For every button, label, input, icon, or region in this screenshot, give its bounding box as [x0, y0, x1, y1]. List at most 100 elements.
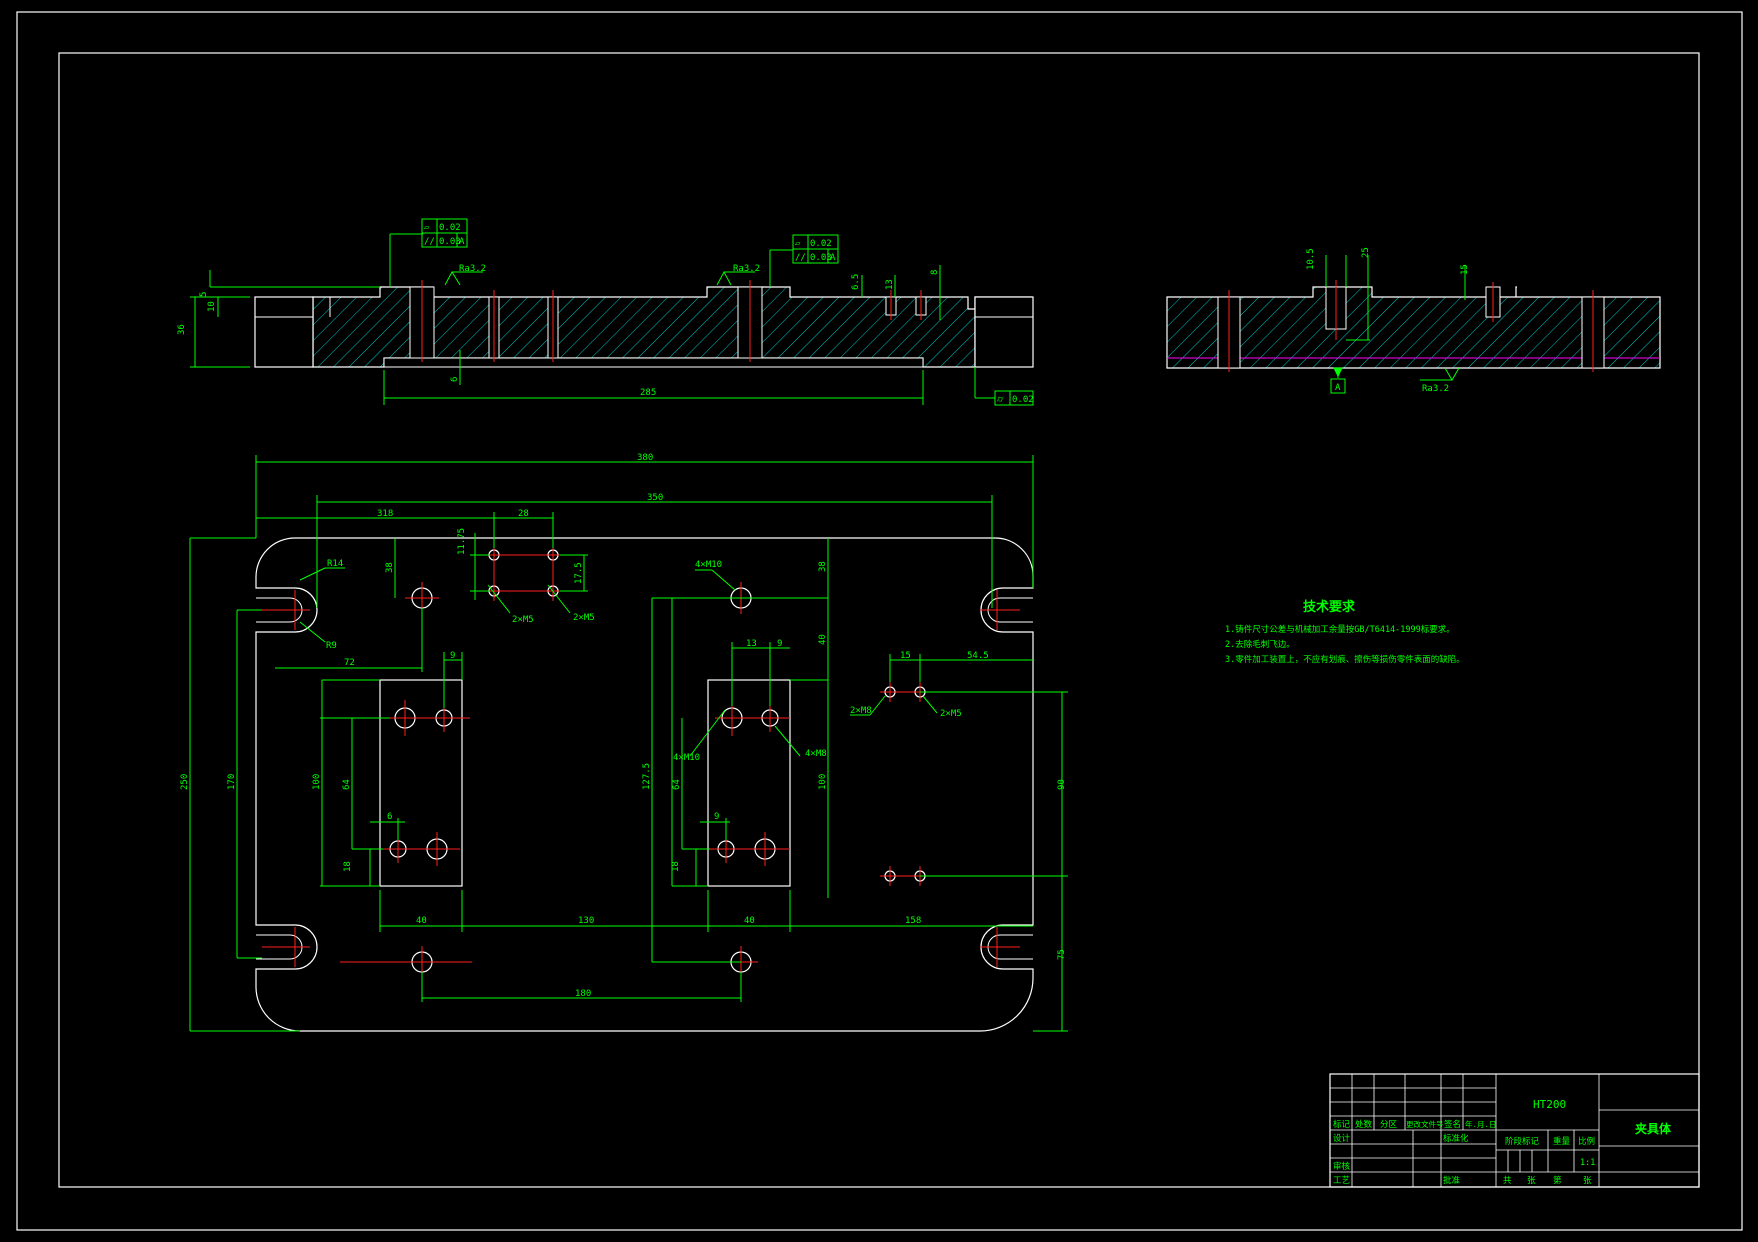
front-left-end: [254, 296, 314, 368]
plan-dim-38a: 38: [385, 562, 395, 573]
plan-dim-r14: R14: [327, 559, 343, 569]
plan-thread-2m5-c: 2×M5: [940, 709, 962, 719]
tb-scale-label: 比例: [1578, 1136, 1595, 1147]
plan-thread-2m5-a: 2×M5: [512, 615, 534, 625]
plan-dim-17-5: 17.5: [574, 562, 584, 584]
svg-text:▱: ▱: [795, 239, 801, 249]
tb-sheet-unit: 张: [1527, 1176, 1536, 1186]
front-datum-1: A: [459, 237, 465, 247]
outer-frame: [16, 11, 1743, 1231]
svg-text://: //: [795, 253, 806, 263]
plan-dim-40a: 40: [818, 634, 828, 645]
plan-dim-72: 72: [344, 658, 355, 668]
plan-dim-318: 318: [377, 509, 393, 519]
inner-frame: [58, 52, 1700, 1188]
tech-req-item-3: 3.零件加工装置上，不应有划痕、擦伤等损伤零件表面的缺陷。: [1225, 654, 1465, 665]
plan-dim-130: 130: [578, 916, 594, 926]
tb-design: 设计: [1333, 1133, 1351, 1144]
tb-part-name: 夹具体: [1635, 1121, 1672, 1136]
plan-dim-180: 180: [575, 989, 591, 999]
plan-dim-13: 13: [746, 639, 757, 649]
front-dim-36: 36: [177, 324, 187, 335]
side-section-view: 10.5 25 15 A Ra3.2: [1166, 247, 1661, 394]
tb-date: 年.月.日: [1465, 1119, 1497, 1129]
plan-dim-100a: 100: [312, 774, 322, 790]
front-flatness-2: 0.02: [810, 239, 832, 249]
side-datum: A: [1335, 383, 1341, 393]
plan-view: 380 350 318 28 11.75 17.5 R14 R9 72 9 38…: [180, 453, 1068, 1032]
plan-dim-6a: 6: [387, 812, 392, 822]
tb-sheet-no: 第: [1553, 1175, 1562, 1186]
plan-dim-15: 15: [900, 651, 911, 661]
front-dim-5: 5: [199, 292, 209, 297]
plan-dim-28: 28: [518, 509, 529, 519]
side-roughness: Ra3.2: [1422, 384, 1449, 394]
front-parallel-1: 0.03: [439, 237, 461, 247]
tech-req-title: 技术要求: [1303, 599, 1356, 615]
plan-thread-4m8: 4×M8: [805, 749, 827, 759]
side-dim-25: 25: [1361, 247, 1371, 258]
tb-standardization: 标准化: [1443, 1133, 1469, 1144]
plan-dim-40b: 40: [416, 916, 427, 926]
plan-dim-158: 158: [905, 916, 921, 926]
plan-dim-18a: 18: [343, 861, 353, 872]
front-roughness-1: Ra3.2: [459, 264, 486, 274]
side-dim-10-5: 10.5: [1306, 248, 1316, 270]
front-datum-2: A: [830, 253, 836, 263]
plan-thread-4m10-mid: 4×M10: [673, 753, 700, 763]
plan-dim-r9: R9: [326, 641, 337, 651]
front-dim-285: 285: [640, 388, 656, 398]
front-dim-13: 13: [885, 279, 895, 290]
plan-thread-2m8: 2×M8: [850, 706, 872, 716]
plan-dim-90: 90: [1057, 779, 1067, 790]
svg-text://: //: [424, 237, 435, 247]
tb-approve: 批准: [1443, 1175, 1461, 1186]
tb-stage-mark: 阶段标记: [1505, 1136, 1540, 1147]
plan-dim-170: 170: [227, 774, 237, 790]
plan-dim-64b: 64: [672, 779, 682, 790]
tech-req-item-2: 2.去除毛刺飞边。: [1225, 639, 1295, 650]
tb-change-doc: 更改文件号: [1406, 1119, 1444, 1129]
plan-dim-64a: 64: [342, 779, 352, 790]
tb-zone: 分区: [1380, 1120, 1398, 1130]
tb-mark: 标记: [1333, 1119, 1351, 1130]
drawing-canvas: ▱ 0.02 // 0.03 A ▱ 0.02 // 0.03 A Ra3.2 …: [16, 11, 1743, 1231]
tb-weight: 重量: [1553, 1136, 1571, 1147]
front-roughness-2: Ra3.2: [733, 264, 760, 274]
front-flatness-1: 0.02: [439, 223, 461, 233]
front-section-view: ▱ 0.02 // 0.03 A ▱ 0.02 // 0.03 A Ra3.2 …: [177, 218, 1034, 406]
front-parallel-2: 0.03: [810, 253, 832, 263]
plan-dim-38b: 38: [818, 561, 828, 572]
title-block: HT200 夹具体 标记 处数 分区 更改文件号 签名 年.月.日 设计 标准化…: [1329, 1073, 1700, 1188]
plan-dim-18b: 18: [671, 861, 681, 872]
tech-req-item-1: 1.铸件尺寸公差与机械加工余量按GB/T6414-1999标要求。: [1225, 624, 1455, 635]
svg-text:▱: ▱: [424, 223, 430, 233]
plan-dim-127-5: 127.5: [642, 763, 652, 790]
front-dim-6: 6: [450, 377, 460, 382]
plan-dim-9b: 9: [777, 639, 782, 649]
tb-process: 工艺: [1333, 1176, 1350, 1186]
tb-sheet-total: 共: [1503, 1176, 1512, 1186]
tb-sheet-unit2: 张: [1583, 1176, 1592, 1186]
plan-dim-9a: 9: [450, 651, 455, 661]
tb-count: 处数: [1355, 1119, 1373, 1130]
tb-review: 审核: [1333, 1161, 1351, 1172]
front-cyl-value: 0.02: [1012, 395, 1034, 405]
tb-sign: 签名: [1444, 1119, 1461, 1130]
plan-thread-2m5-b: 2×M5: [573, 613, 595, 623]
tech-requirements: 技术要求 1.铸件尺寸公差与机械加工余量按GB/T6414-1999标要求。 2…: [1225, 599, 1465, 665]
front-dim-8: 8: [930, 270, 940, 275]
tb-scale-value: 1:1: [1580, 1158, 1595, 1168]
side-dim-15: 15: [1460, 264, 1470, 275]
plan-thread-4m10-top: 4×M10: [695, 560, 722, 570]
front-dim-6-5: 6.5: [851, 274, 861, 290]
plan-dim-40c: 40: [744, 916, 755, 926]
plan-dim-11-75: 11.75: [457, 528, 467, 555]
plan-dim-100b: 100: [818, 774, 828, 790]
tb-material: HT200: [1533, 1098, 1566, 1111]
plan-dim-350: 350: [647, 493, 663, 503]
plan-dim-380: 380: [637, 453, 653, 463]
plan-dim-250: 250: [180, 774, 190, 790]
plan-dim-9c: 9: [714, 812, 719, 822]
plan-dim-54-5: 54.5: [967, 651, 989, 661]
